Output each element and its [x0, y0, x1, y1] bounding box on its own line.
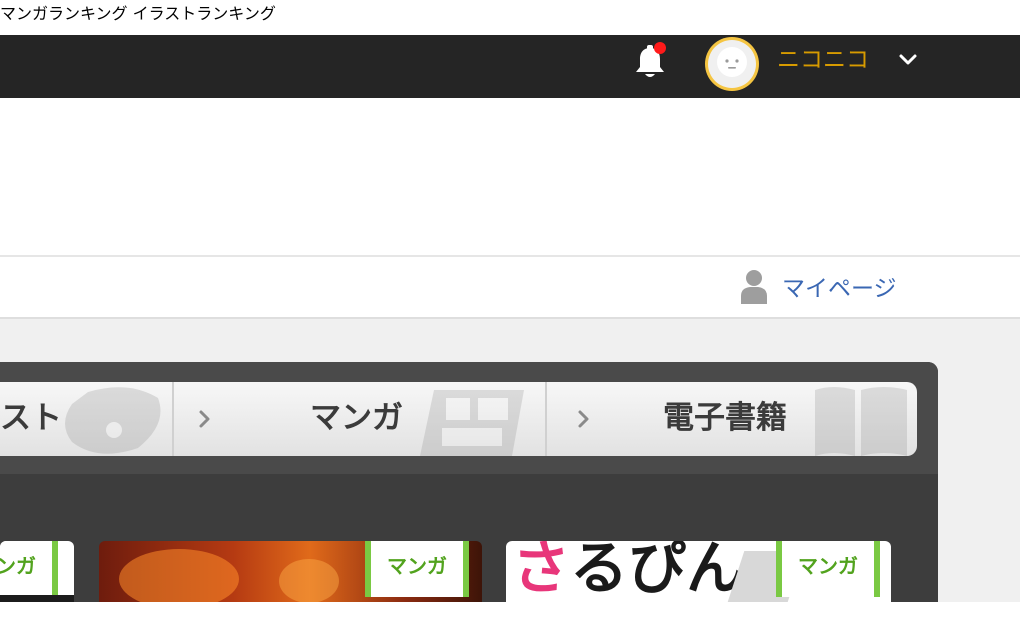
notification-dot: [654, 42, 666, 54]
card-title-pink: さ: [512, 541, 571, 602]
chevron-down-icon[interactable]: [895, 47, 921, 73]
book-icon: [815, 387, 907, 456]
chevron-right-icon: [578, 410, 589, 428]
user-name[interactable]: ニコニコ: [777, 44, 869, 76]
page: マンガランキング イラストランキング ニコニコ マイページ スト マンガ 電子書…: [0, 0, 1020, 638]
card-title: さるぴん: [512, 541, 744, 602]
tab-manga[interactable]: マンガ: [174, 382, 545, 456]
tab-label: マンガ: [310, 400, 403, 436]
palette-icon: [65, 387, 161, 454]
manga-card[interactable]: ンガ: [0, 541, 74, 602]
category-tabs: スト マンガ 電子書籍: [0, 382, 917, 456]
avatar-face: [708, 40, 756, 88]
avatar-face-icon: [717, 47, 747, 77]
tab-label: スト: [0, 400, 62, 436]
tab-label: 電子書籍: [663, 400, 787, 436]
tab-illust[interactable]: スト: [0, 382, 172, 456]
card-art: [119, 549, 239, 602]
manga-panel-icon: [420, 390, 524, 456]
avatar[interactable]: [705, 37, 759, 91]
person-icon: [741, 270, 767, 304]
card-title-rest: るぴん: [570, 541, 745, 602]
tab-ebook[interactable]: 電子書籍: [547, 382, 917, 456]
mypage-link[interactable]: マイページ: [740, 268, 897, 304]
chevron-right-icon: [199, 410, 210, 428]
mypage-label: マイページ: [782, 276, 897, 302]
illust-ranking-link[interactable]: イラストランキング: [133, 4, 276, 23]
manga-card[interactable]: さるぴん マンガ: [506, 541, 891, 602]
header-area: [0, 98, 1020, 255]
card-edge: [0, 595, 74, 602]
card-art: [279, 559, 339, 602]
manga-badge: マンガ: [365, 541, 469, 597]
manga-badge: ンガ: [0, 541, 58, 597]
page-bottom: [0, 602, 1020, 638]
manga-card[interactable]: マンガ: [99, 541, 482, 602]
manga-ranking-link[interactable]: マンガランキング: [0, 4, 128, 23]
manga-badge: マンガ: [776, 541, 880, 597]
